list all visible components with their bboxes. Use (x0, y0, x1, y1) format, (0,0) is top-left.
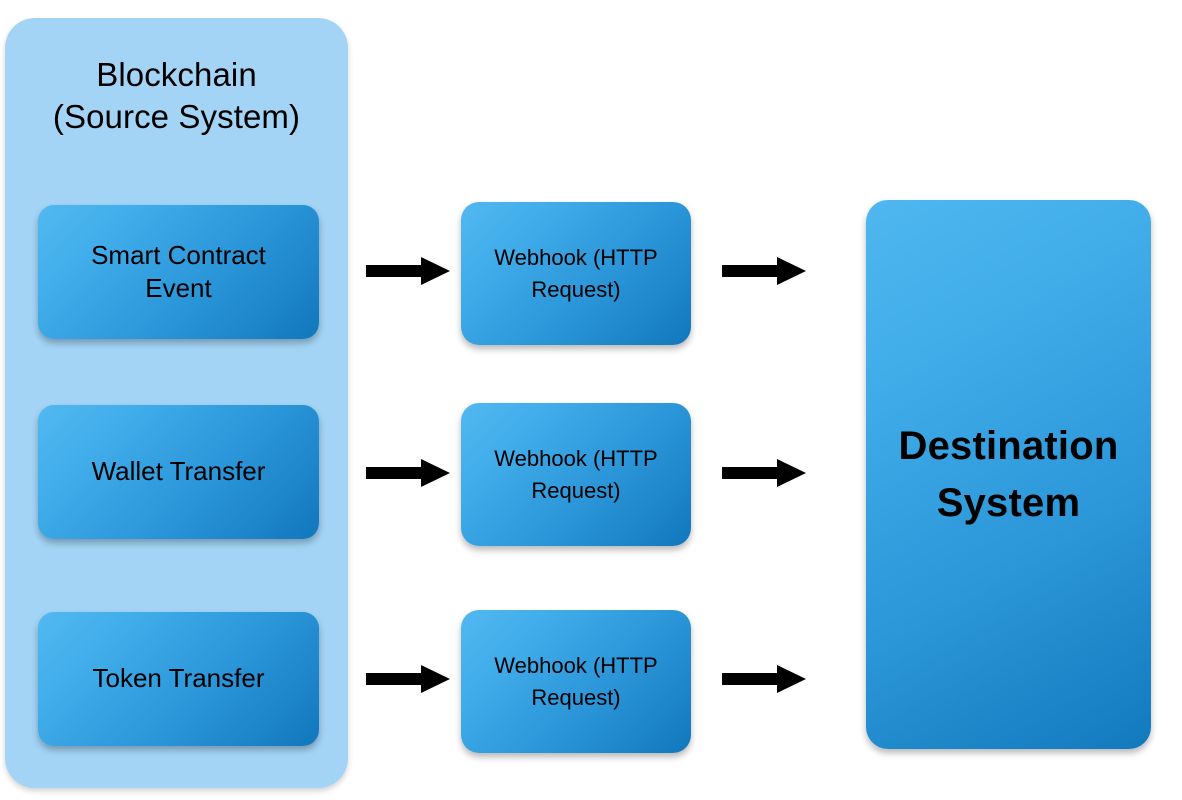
arrow-right-icon-source-to-webhook-2 (366, 456, 452, 490)
node-webhook-1-label: Webhook (HTTP Request) (494, 245, 658, 302)
node-destination-system[interactable]: Destination System (866, 200, 1151, 749)
node-smart-contract-event-label: Smart Contract Event (91, 239, 266, 303)
node-webhook-2[interactable]: Webhook (HTTP Request) (461, 403, 691, 546)
node-wallet-transfer[interactable]: Wallet Transfer (38, 405, 319, 539)
node-webhook-1[interactable]: Webhook (HTTP Request) (461, 202, 691, 345)
arrow-right-icon-webhook-1-to-destination (722, 254, 808, 288)
node-token-transfer[interactable]: Token Transfer (38, 612, 319, 746)
arrow-right-icon-source-to-webhook-1 (366, 254, 452, 288)
node-smart-contract-event[interactable]: Smart Contract Event (38, 205, 319, 339)
arrow-right-icon-webhook-2-to-destination (722, 456, 808, 490)
node-wallet-transfer-label: Wallet Transfer (91, 456, 266, 487)
arrow-right-icon-source-to-webhook-3 (366, 662, 452, 696)
diagram-canvas: Blockchain (Source System) Smart Contrac… (0, 0, 1182, 800)
arrow-right-icon-webhook-3-to-destination (722, 662, 808, 696)
node-token-transfer-label: Token Transfer (92, 663, 265, 694)
node-webhook-3[interactable]: Webhook (HTTP Request) (461, 610, 691, 753)
source-system-title: Blockchain (Source System) (52, 56, 301, 135)
node-webhook-3-label: Webhook (HTTP Request) (494, 653, 658, 710)
node-webhook-2-label: Webhook (HTTP Request) (494, 446, 658, 503)
node-destination-system-label: Destination System (898, 423, 1119, 525)
